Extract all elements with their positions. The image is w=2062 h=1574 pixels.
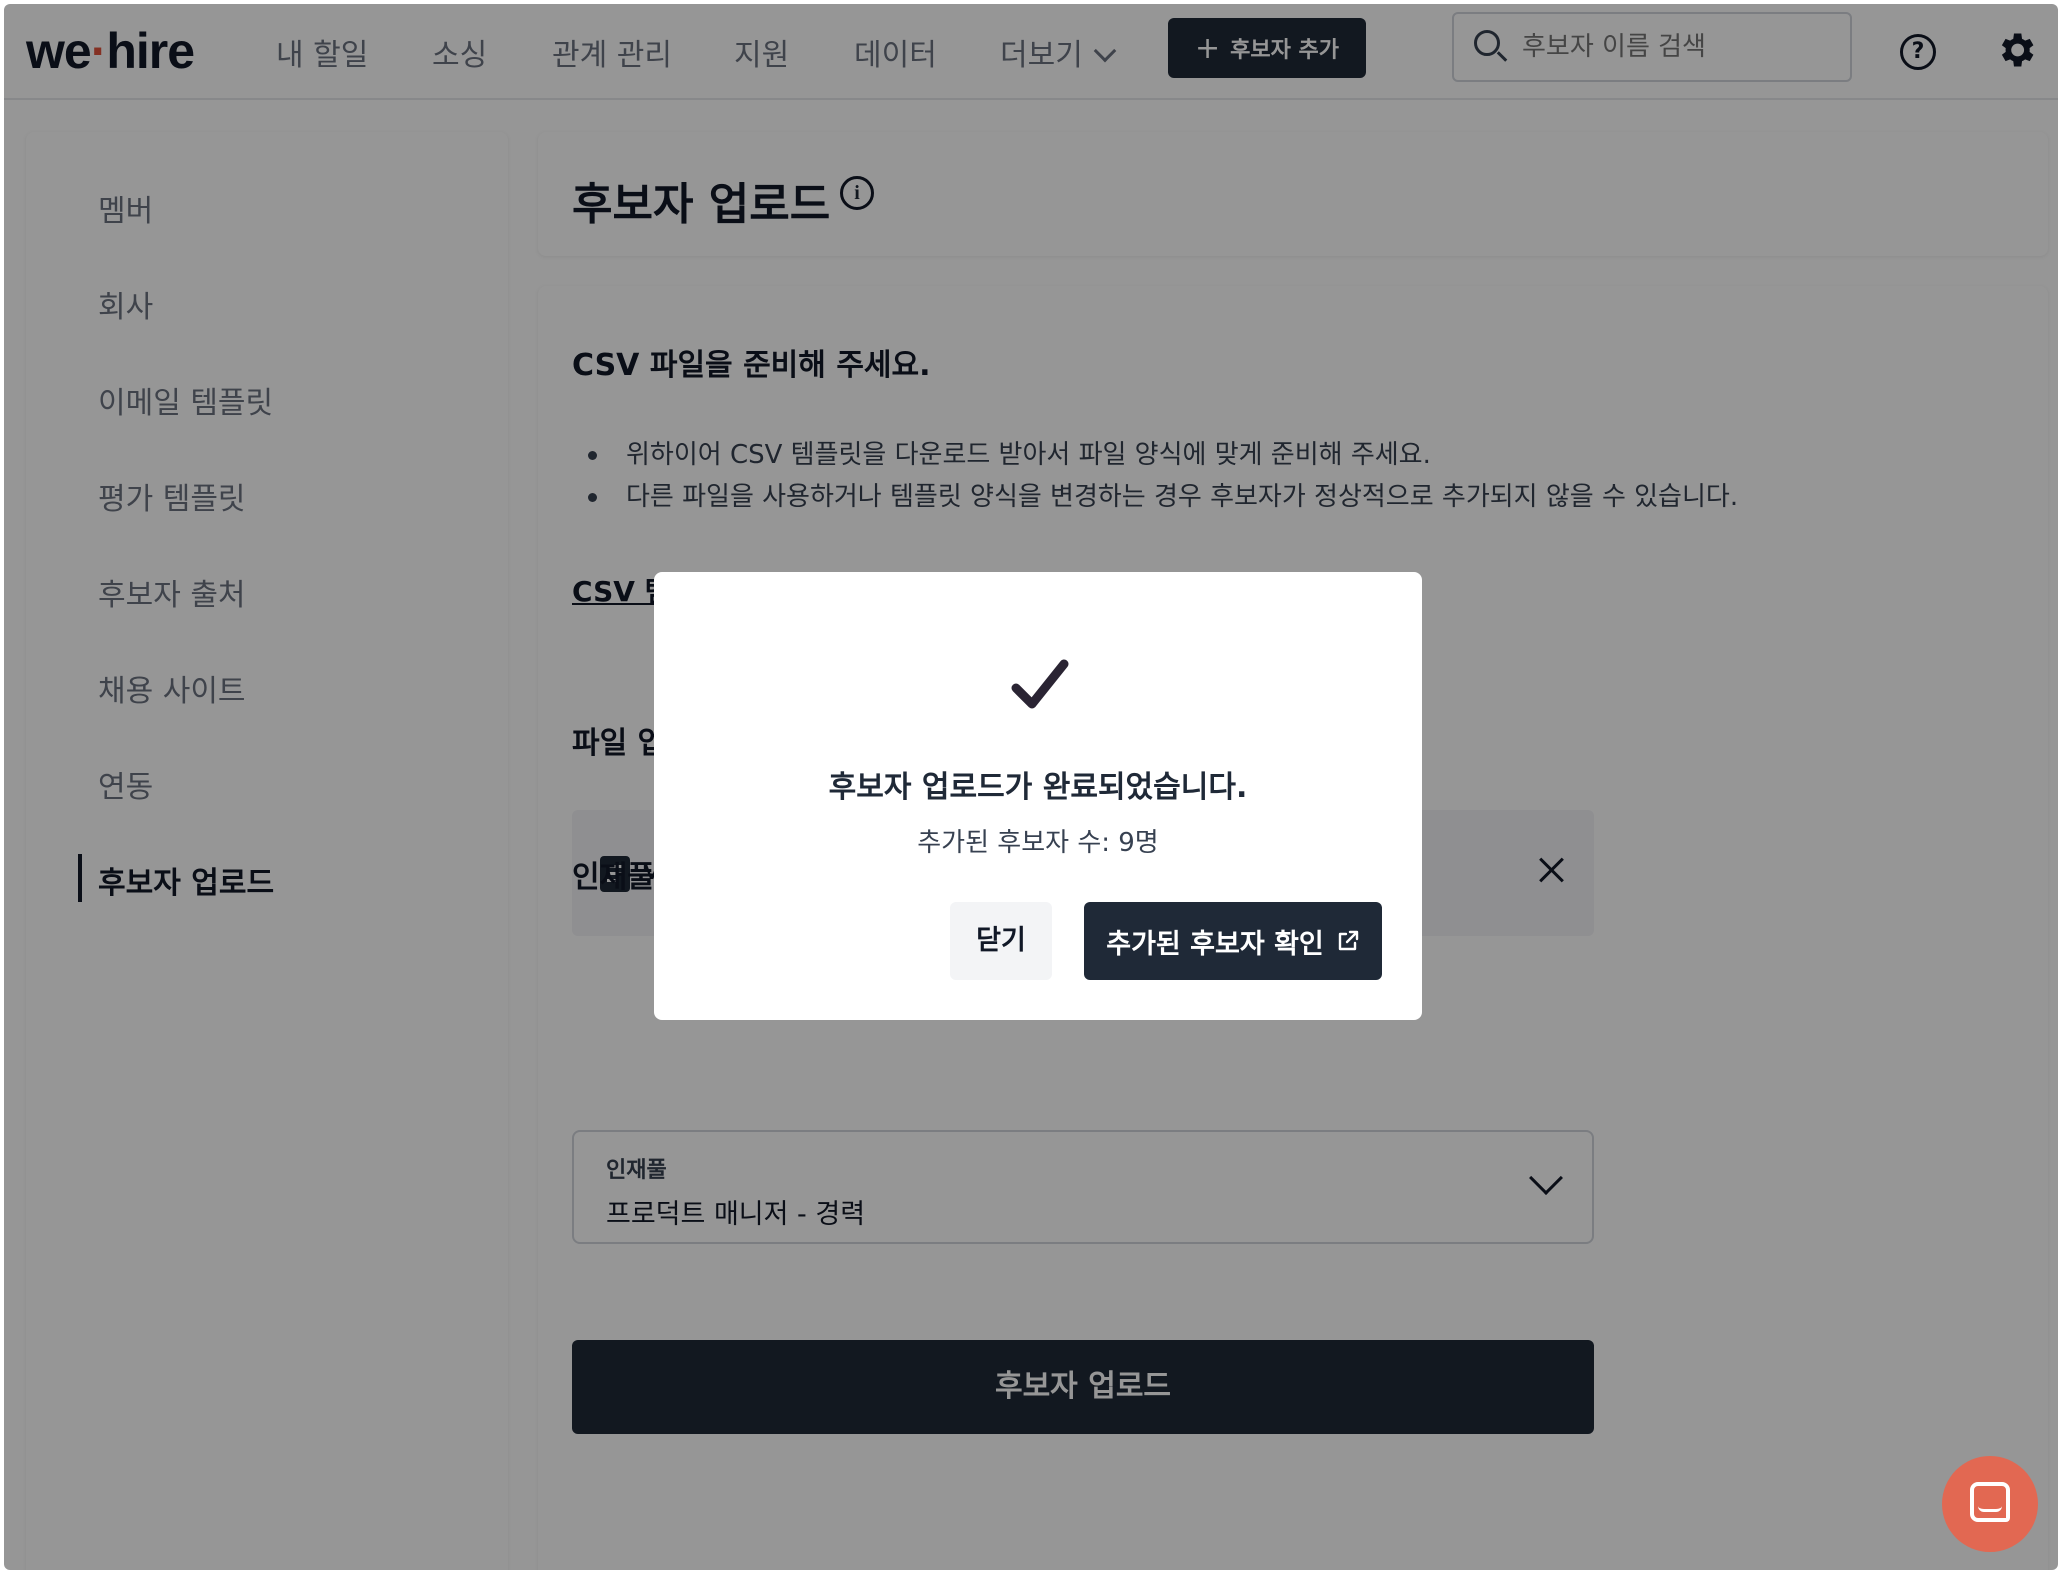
checkmark-icon bbox=[1011, 659, 1069, 709]
view-added-candidates-button[interactable]: 추가된 후보자 확인 bbox=[1084, 902, 1382, 980]
chat-icon bbox=[1970, 1482, 2010, 1522]
view-added-candidates-label: 추가된 후보자 확인 bbox=[1106, 928, 1324, 960]
modal-candidate-count: 추가된 후보자 수: 9명 bbox=[917, 828, 1159, 858]
app-frame: we·hire 내 할일 소싱 관계 관리 지원 데이터 더보기 + 후보자 추… bbox=[4, 4, 2058, 1570]
modal-title: 후보자 업로드가 완료되었습니다. bbox=[828, 770, 1248, 805]
upload-complete-modal: 후보자 업로드가 완료되었습니다. 추가된 후보자 수: 9명 닫기 추가된 후… bbox=[654, 572, 1422, 1020]
close-button[interactable]: 닫기 bbox=[950, 902, 1052, 980]
chat-support-button[interactable] bbox=[1942, 1456, 2038, 1552]
external-link-icon bbox=[1338, 930, 1358, 951]
